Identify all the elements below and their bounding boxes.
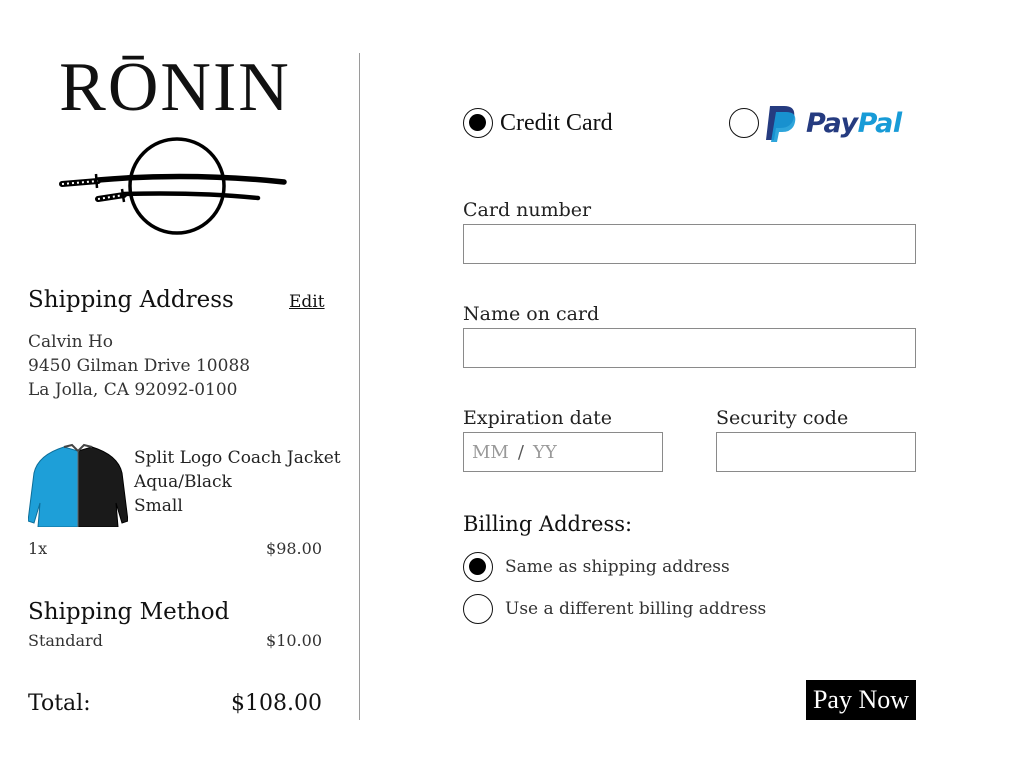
billing-address-heading: Billing Address: xyxy=(463,512,633,536)
pay-now-button[interactable]: Pay Now xyxy=(806,680,916,720)
shipping-address-heading: Shipping Address xyxy=(28,287,234,313)
security-code-input[interactable] xyxy=(716,432,916,472)
billing-different-label: Use a different billing address xyxy=(505,599,767,619)
expiration-separator: / xyxy=(517,441,524,463)
credit-card-radio[interactable] xyxy=(463,108,493,138)
expiration-month-placeholder: MM xyxy=(472,441,509,463)
shipping-method-name: Standard xyxy=(28,631,103,650)
credit-card-label: Credit Card xyxy=(500,109,613,136)
billing-option-same[interactable]: Same as shipping address xyxy=(463,552,730,582)
payment-option-credit-card[interactable]: Credit Card xyxy=(463,108,613,138)
total-value: $108.00 xyxy=(231,691,322,716)
paypal-logo-icon xyxy=(766,106,796,142)
address-line1: 9450 Gilman Drive 10088 xyxy=(28,356,251,376)
product-name: Split Logo Coach Jacket xyxy=(134,448,341,468)
katana-circle-logo-icon xyxy=(59,137,287,235)
shipping-address-block: Calvin Ho 9450 Gilman Drive 10088 La Jol… xyxy=(28,330,250,402)
paypal-label: PayPal xyxy=(806,107,902,139)
shipping-method-price: $10.00 xyxy=(266,631,322,650)
payment-option-paypal[interactable]: PayPal xyxy=(729,104,902,142)
paypal-radio[interactable] xyxy=(729,108,759,138)
name-on-card-label: Name on card xyxy=(463,303,600,325)
billing-option-different[interactable]: Use a different billing address xyxy=(463,594,766,624)
brand-logo-wordmark: RŌNIN xyxy=(59,49,291,126)
expiration-date-label: Expiration date xyxy=(463,407,613,429)
name-on-card-input[interactable] xyxy=(463,328,916,368)
shipping-method-heading: Shipping Method xyxy=(28,599,230,625)
card-number-input[interactable] xyxy=(463,224,916,264)
item-quantity: 1x xyxy=(28,539,48,558)
item-price: $98.00 xyxy=(266,539,322,558)
billing-same-radio[interactable] xyxy=(463,552,493,582)
column-divider xyxy=(359,53,360,720)
address-name: Calvin Ho xyxy=(28,332,114,352)
billing-different-radio[interactable] xyxy=(463,594,493,624)
edit-shipping-address-link[interactable]: Edit xyxy=(289,292,325,312)
expiration-date-input[interactable]: MM / YY xyxy=(463,432,663,472)
product-color: Aqua/Black xyxy=(134,472,232,492)
card-number-label: Card number xyxy=(463,199,592,221)
address-line2: La Jolla, CA 92092-0100 xyxy=(28,380,238,400)
billing-same-label: Same as shipping address xyxy=(505,557,730,577)
cart-item-details: Split Logo Coach Jacket Aqua/Black Small xyxy=(134,446,341,518)
total-label: Total: xyxy=(28,691,91,716)
security-code-label: Security code xyxy=(716,407,849,429)
expiration-year-placeholder: YY xyxy=(532,441,557,463)
jacket-image xyxy=(28,443,128,527)
product-size: Small xyxy=(134,496,183,516)
